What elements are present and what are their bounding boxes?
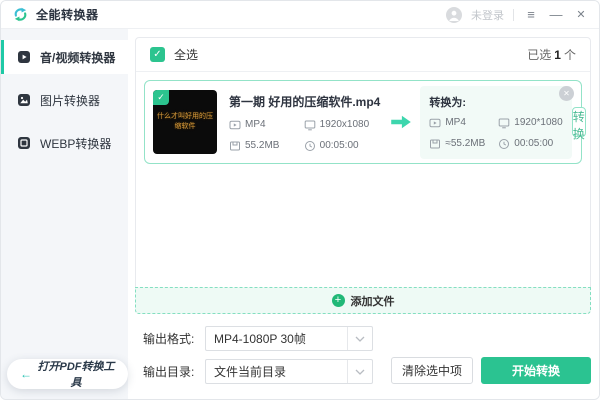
close-icon[interactable]: ✕ [573,6,589,24]
select-all-checkbox[interactable]: ✓ [150,47,165,62]
output-directory-select[interactable]: 文件当前目录 [205,359,373,384]
minimize-icon[interactable]: — [548,6,564,24]
file-list: 什么才叫好用的压缩软件 ✓ 第一期 好用的压缩软件.mp4 MP4 1920x1… [136,72,590,313]
target-format: MP4 [429,117,485,129]
output-format-row: 输出格式: MP4-1080P 30帧 [143,326,373,351]
main-content: ✓ 全选 已选 1 个 什么才叫好用的压缩软件 ✓ 第一期 好用的压缩软件.mp… [128,29,599,399]
selected-prefix: 已选 [527,48,552,62]
image-converter-icon [18,94,30,106]
back-arrow-icon: ← [20,367,32,381]
source-size: 55.2MB [229,140,291,152]
titlebar-divider [513,8,514,21]
file-size-icon [230,141,240,150]
app-title: 全能转换器 [36,8,99,22]
file-name: 第一期 好用的压缩软件.mp4 [229,94,381,109]
source-duration: 00:05:00 [304,140,381,152]
target-duration: 00:05:00 [498,138,562,150]
format-icon [229,120,241,129]
sync-logo-icon [14,7,27,22]
clear-selected-button[interactable]: 清除选中项 [390,357,473,384]
format-icon [429,118,441,127]
video-converter-icon [18,51,30,63]
file-list-panel: ✓ 全选 已选 1 个 什么才叫好用的压缩软件 ✓ 第一期 好用的压缩软件.mp… [135,37,591,314]
output-format-value: MP4-1080P 30帧 [214,332,306,346]
selected-count-number: 1 [554,48,561,62]
convert-to-label: 转换为: [429,96,467,109]
source-file-info: 第一期 好用的压缩软件.mp4 MP4 1920x1080 55.2MB 00:… [229,93,380,152]
selected-suffix: 个 [563,48,576,62]
selected-count: 已选 1 个 [527,46,576,63]
app-logo: 全能转换器 [12,6,99,23]
open-pdf-tool-button[interactable]: ← 打开PDF转换工具 [7,359,128,389]
plus-icon: + [331,294,345,307]
duration-icon [499,138,510,149]
resolution-icon [498,118,510,128]
webp-converter-icon [18,137,30,149]
output-directory-label: 输出目录: [143,365,195,379]
file-size-icon [430,139,441,148]
duration-icon [304,140,315,151]
target-size: ≈55.2MB [429,138,485,150]
target-resolution: 1920*1080 [498,117,563,129]
sidebar-item-webp-converter[interactable]: WEBP转换器 [1,126,128,160]
user-avatar-icon[interactable] [446,6,462,23]
menu-icon[interactable]: ≡ [523,6,539,24]
add-files-label: 添加文件 [350,295,395,308]
add-files-dropzone[interactable]: + 添加文件 [135,287,591,314]
sidebar: 音/视频转换器 图片转换器 WEBP转换器 ← 打开PDF转换工具 [1,29,128,399]
output-format-label: 输出格式: [143,332,195,346]
convert-target-info: 转换为: MP4 1920*1080 ≈55.2MB 00:05:00 [420,85,572,159]
thumbnail-caption: 什么才叫好用的压缩软件 [157,112,213,131]
bottom-controls: 输出格式: MP4-1080P 30帧 输出目录: 文件当前目录 清除选中项 开… [135,326,591,384]
sidebar-item-label: 音/视频转换器 [40,50,116,65]
login-status[interactable]: 未登录 [471,7,504,23]
chevron-down-icon[interactable] [347,360,372,383]
source-format: MP4 [229,119,291,131]
titlebar: 全能转换器 未登录 ≡ — ✕ [1,1,599,29]
output-format-select[interactable]: MP4-1080P 30帧 [205,326,373,351]
sidebar-item-audio-video-converter[interactable]: 音/视频转换器 [1,40,128,74]
output-directory-row: 输出目录: 文件当前目录 [143,359,373,384]
sidebar-item-label: 图片转换器 [40,93,101,108]
resolution-icon [304,120,315,130]
file-card[interactable]: 什么才叫好用的压缩软件 ✓ 第一期 好用的压缩软件.mp4 MP4 1920x1… [144,80,586,164]
open-pdf-tool-label: 打开PDF转换工具 [37,361,115,389]
select-all-label: 全选 [174,48,199,62]
convert-direction-arrow-icon [389,114,413,130]
start-convert-button[interactable]: 开始转换 [481,357,591,384]
remove-file-icon[interactable]: ✕ [559,86,574,101]
output-directory-value: 文件当前目录 [214,365,287,379]
file-selected-checkbox[interactable]: ✓ [153,90,169,105]
convert-button[interactable]: 转换 [571,107,586,141]
source-resolution: 1920x1080 [304,119,381,131]
sidebar-item-label: WEBP转换器 [40,136,112,151]
chevron-down-icon[interactable] [347,327,372,350]
list-header: ✓ 全选 已选 1 个 [136,38,590,72]
sidebar-item-image-converter[interactable]: 图片转换器 [1,83,128,117]
video-thumbnail: 什么才叫好用的压缩软件 ✓ [153,90,217,154]
app-window: 全能转换器 未登录 ≡ — ✕ 音/视频转换器 图片转换器 WEBP转换器 ← … [0,0,600,400]
